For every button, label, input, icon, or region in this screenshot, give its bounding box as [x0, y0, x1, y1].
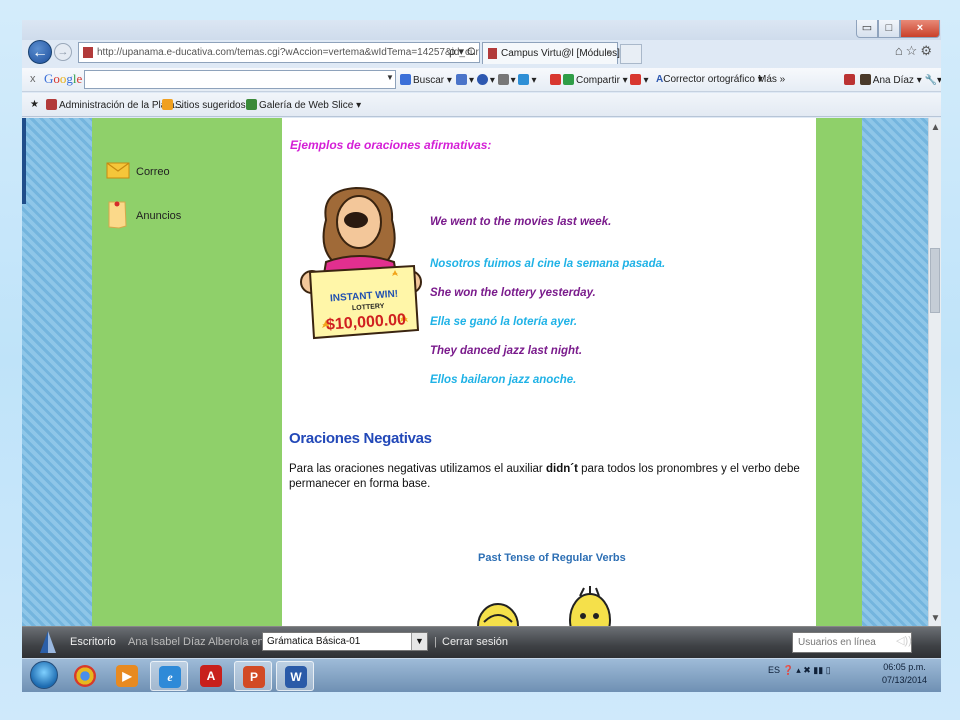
- favorites-bar: ★ Administración de la Plata... Sitios s…: [22, 93, 941, 117]
- negative-heading: Oraciones Negativas: [289, 430, 432, 447]
- forward-button[interactable]: →: [54, 43, 72, 61]
- content-area: Ejemplos de oraciones afirmativas: INSTA…: [282, 118, 816, 626]
- new-tab-button[interactable]: [620, 44, 642, 64]
- page-column: Correo Anuncios Ejemplos de oraciones af…: [92, 118, 862, 626]
- wrench-icon[interactable]: 🔧: [925, 75, 937, 86]
- taskbar-ie[interactable]: e: [150, 661, 188, 691]
- tab-title: Campus Virtu@l [Módulos]: [501, 48, 620, 59]
- start-button[interactable]: [30, 661, 58, 689]
- close-window-button[interactable]: ×: [900, 20, 940, 38]
- url-text: http://upanama.e-ducativa.com/temas.cgi?…: [97, 47, 480, 58]
- home-favorites-settings-icons[interactable]: ⌂☆⚙: [895, 43, 935, 59]
- share-icon: [550, 74, 561, 85]
- examples-heading: Ejemplos de oraciones afirmativas:: [290, 138, 492, 152]
- sentence-en-1: We went to the movies last week.: [430, 216, 612, 228]
- sentence-es-3: Ellos bailaron jazz anoche.: [430, 374, 577, 386]
- toolbar-close-icon[interactable]: x: [30, 73, 36, 85]
- address-bar[interactable]: http://upanama.e-ducativa.com/temas.cgi?…: [78, 42, 480, 63]
- browser-window: ▭ □ × ← → http://upanama.e-ducativa.com/…: [22, 20, 941, 692]
- search-dropdown-icon[interactable]: ▼: [386, 73, 394, 82]
- current-user-label: Ana Isabel Díaz Alberola en: [128, 636, 264, 648]
- network-icon[interactable]: ▴ ✖ ▮▮ ▯: [796, 665, 830, 675]
- page-left-edge: [22, 118, 26, 204]
- tab-close-icon[interactable]: ×: [606, 43, 612, 64]
- online-users-input[interactable]: Usuarios en línea: [792, 632, 912, 653]
- system-tray: ES ❓ ▴ ✖ ▮▮ ▯: [768, 665, 831, 676]
- sidebar-item-correo[interactable]: Correo: [106, 162, 170, 179]
- past-tense-cartoon-image: [477, 586, 611, 626]
- powerpoint-icon: P: [243, 666, 265, 688]
- speaker-icon[interactable]: ◁)): [896, 634, 912, 647]
- chrome-icon: [74, 665, 96, 687]
- escritorio-link[interactable]: Escritorio: [70, 636, 116, 648]
- page-viewport: Correo Anuncios Ejemplos de oraciones af…: [22, 118, 941, 626]
- chevron-down-icon[interactable]: ▼: [411, 633, 427, 650]
- fav-item-sitios[interactable]: Sitios sugeridos ▾: [162, 99, 253, 111]
- mas-button[interactable]: Más »: [758, 74, 785, 85]
- clock-time: 06:05 p.m.: [883, 662, 926, 672]
- google-search-icon: [400, 74, 411, 85]
- vertical-scrollbar[interactable]: ▲ ▼: [928, 118, 941, 626]
- sentence-en-2: She won the lottery yesterday.: [430, 287, 596, 299]
- window-title-bar: ▭ □ ×: [22, 20, 941, 40]
- taskbar-media[interactable]: ▶: [108, 661, 146, 691]
- windows-taskbar: ▶ e A P W ES ❓ ▴ ✖ ▮▮ ▯ 06:05 p.m. 07/13…: [22, 658, 941, 692]
- logout-link[interactable]: Cerrar sesión: [442, 636, 508, 648]
- google-logo: Google: [44, 71, 83, 86]
- appbar-separator: |: [434, 636, 437, 648]
- word-icon: W: [285, 666, 307, 688]
- sidebar: Correo Anuncios: [92, 118, 210, 626]
- google-search-input[interactable]: [84, 70, 396, 89]
- sidebar-item-anuncios[interactable]: Anuncios: [108, 201, 181, 229]
- taskbar-powerpoint[interactable]: P: [234, 661, 272, 691]
- minimize-button[interactable]: ▭: [856, 20, 878, 38]
- past-tense-title: Past Tense of Regular Verbs: [478, 552, 626, 564]
- maximize-button[interactable]: □: [878, 20, 900, 38]
- corrector-button[interactable]: ACorrector ortográfico ▾: [656, 74, 763, 85]
- platform-logo-icon: [40, 631, 56, 653]
- favorites-star-icon[interactable]: ★: [30, 99, 39, 110]
- ie-icon: e: [159, 666, 181, 688]
- help-icon[interactable]: ❓: [783, 665, 797, 675]
- platform-bar: Escritorio Ana Isabel Díaz Alberola en G…: [22, 626, 941, 658]
- didnt-keyword: didn´t: [545, 463, 578, 475]
- bookmark-icon: [844, 74, 855, 85]
- sentence-es-2: Ella se ganó la lotería ayer.: [430, 316, 578, 328]
- language-indicator[interactable]: ES: [768, 665, 780, 675]
- back-button[interactable]: ←: [28, 40, 52, 64]
- taskbar-chrome[interactable]: [66, 661, 104, 691]
- envelope-icon: [106, 162, 130, 179]
- toolbar-misc-icons[interactable]: ▾ ▾ ▾ ▾: [456, 74, 536, 86]
- buscar-button[interactable]: Buscar ▾: [400, 74, 452, 86]
- negative-explanation: Para las oraciones negativas utilizamos …: [289, 463, 800, 490]
- sentence-en-3: They danced jazz last night.: [430, 345, 583, 357]
- tab-favicon-icon: [488, 48, 497, 59]
- compartir-button[interactable]: Compartir ▾ ▾: [550, 74, 649, 86]
- acrobat-icon: A: [200, 665, 222, 687]
- scroll-thumb[interactable]: [930, 248, 940, 313]
- scroll-up-icon[interactable]: ▲: [930, 122, 941, 133]
- site-favicon-icon: [83, 47, 93, 58]
- note-icon: [108, 201, 127, 229]
- sentence-es-1: Nosotros fuimos al cine la semana pasada…: [430, 258, 666, 270]
- taskbar-word[interactable]: W: [276, 661, 314, 691]
- google-toolbar: x Google ▼ Buscar ▾ ▾ ▾ ▾ ▾ Compartir ▾ …: [22, 68, 941, 92]
- scroll-down-icon[interactable]: ▼: [930, 613, 941, 624]
- address-tools-icon[interactable]: ρ ▾ C: [449, 43, 475, 62]
- navigation-bar: ← → http://upanama.e-ducativa.com/temas.…: [22, 40, 941, 66]
- taskbar-acrobat[interactable]: A: [192, 661, 230, 691]
- clock-date: 07/13/2014: [882, 675, 928, 685]
- course-select[interactable]: Grámatica Básica-01 ▼: [262, 632, 428, 651]
- media-player-icon: ▶: [116, 665, 138, 687]
- browser-tab[interactable]: Campus Virtu@l [Módulos] ×: [482, 42, 620, 64]
- fav-item-galeria[interactable]: Galería de Web Slice ▾: [246, 99, 361, 111]
- user-menu[interactable]: Ana Díaz ▾ 🔧▾: [844, 74, 941, 86]
- clock[interactable]: 06:05 p.m. 07/13/2014: [882, 661, 927, 687]
- user-avatar-icon: [859, 74, 871, 85]
